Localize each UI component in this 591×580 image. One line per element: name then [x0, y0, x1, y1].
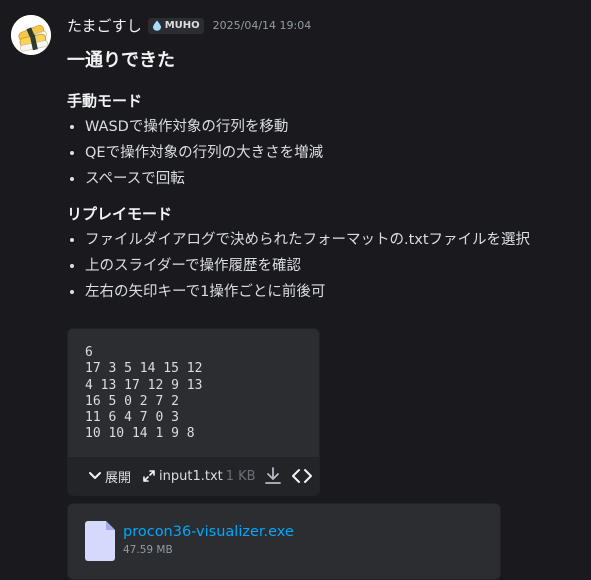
list-item: QEで操作対象の行列の大きさを増減 [85, 140, 587, 166]
list-item: スペースで回転 [85, 166, 587, 192]
sushi-avatar-image [11, 15, 51, 55]
list-item: 左右の矢印キーで1操作ごとに前後可 [85, 279, 587, 305]
file-name: input1.txt [159, 468, 223, 484]
file-attachment-size: 47.59 MB [123, 544, 173, 556]
chevron-down-icon [89, 472, 101, 479]
section-replay-mode: リプレイモード ファイルダイアログで決められたフォーマットの.txtファイルを選… [67, 201, 587, 305]
file-name-group: input1.txt [142, 469, 223, 484]
code-icon [291, 469, 312, 483]
bullet-list: ファイルダイアログで決められたフォーマットの.txtファイルを選択 上のスライダ… [67, 227, 587, 305]
expand-label: 展開 [105, 470, 132, 486]
download-button[interactable] [263, 466, 283, 486]
download-icon [264, 467, 281, 484]
section-title: 手動モード [67, 92, 143, 110]
list-item: 上のスライダーで操作履歴を確認 [85, 253, 587, 279]
bullet-list: WASDで操作対象の行列を移動 QEで操作対象の行列の大きさを増減 スペースで回… [67, 114, 587, 192]
file-size: 1 KB [225, 468, 256, 484]
message-heading: 一通りできた [67, 50, 175, 71]
guild-tag-label: MUHO [164, 20, 200, 31]
file-preview-content: 6 17 3 5 14 15 12 4 13 17 12 9 13 16 5 0… [85, 345, 203, 442]
message-content: 一通りできた 手動モード WASDで操作対象の行列を移動 QEで操作対象の行列の… [67, 40, 587, 305]
text-file-preview: 6 17 3 5 14 15 12 4 13 17 12 9 13 16 5 0… [67, 328, 320, 496]
file-attachment-link[interactable]: procon36-visualizer.exe [123, 524, 294, 540]
expand-arrows-icon[interactable] [142, 469, 156, 483]
guild-tag[interactable]: MUHO [147, 17, 204, 34]
section-manual-mode: 手動モード WASDで操作対象の行列を移動 QEで操作対象の行列の大きさを増減 … [67, 88, 587, 192]
file-preview-toolbar: 展開 input1.txt 1 KB [68, 457, 319, 495]
list-item: WASDで操作対象の行列を移動 [85, 114, 587, 140]
file-icon [85, 521, 115, 561]
avatar[interactable] [11, 15, 51, 55]
timestamp[interactable]: 2025/04/14 19:04 [213, 19, 312, 32]
file-attachment: procon36-visualizer.exe 47.59 MB [67, 503, 501, 580]
message-header: たまごすし MUHO 2025/04/14 19:04 [67, 15, 311, 36]
view-code-button[interactable] [291, 468, 313, 484]
droplet-icon [152, 20, 161, 31]
list-item: ファイルダイアログで決められたフォーマットの.txtファイルを選択 [85, 227, 587, 253]
section-title: リプレイモード [67, 205, 173, 223]
expand-button[interactable]: 展開 [88, 467, 131, 486]
author-name[interactable]: たまごすし [67, 15, 142, 36]
